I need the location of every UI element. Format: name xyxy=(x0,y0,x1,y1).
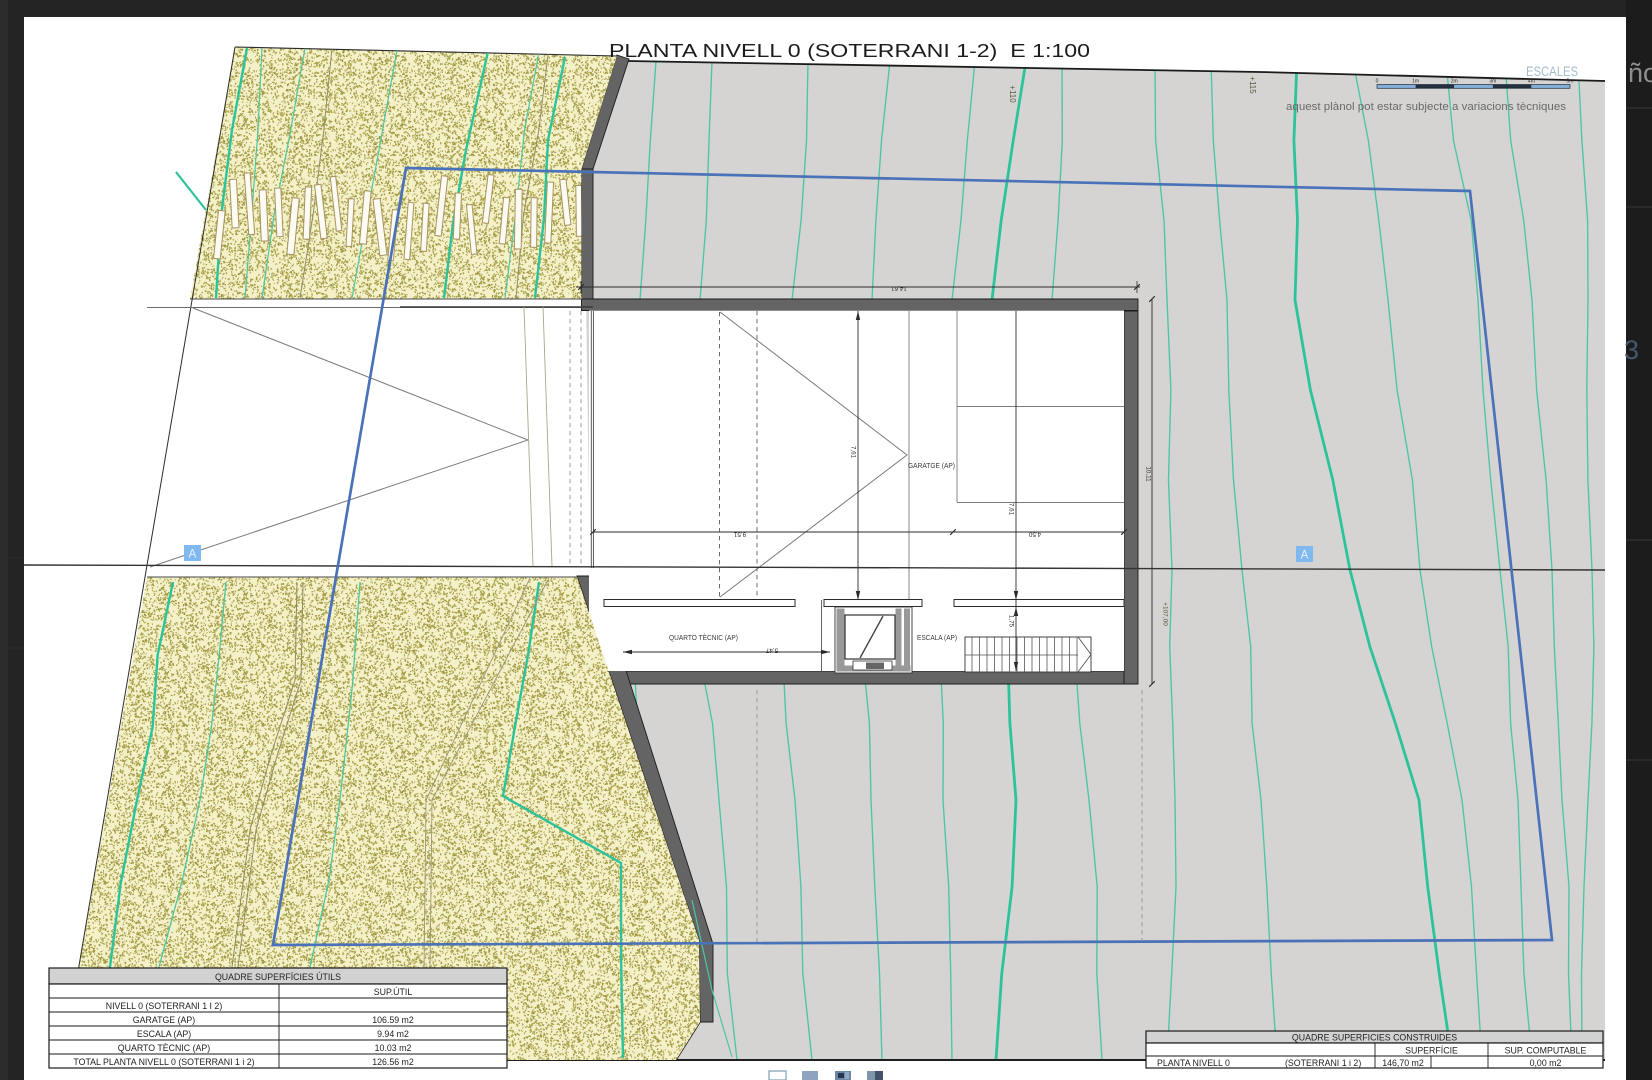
svg-text:+107,00: +107,00 xyxy=(1161,602,1168,626)
svg-text:9,51: 9,51 xyxy=(733,530,746,537)
svg-text:14,61: 14,61 xyxy=(891,284,907,291)
svg-text:7,61: 7,61 xyxy=(849,446,856,459)
svg-text:QUARTO TÈCNIC (AP): QUARTO TÈCNIC (AP) xyxy=(118,1043,210,1053)
svg-text:0: 0 xyxy=(1376,78,1379,84)
svg-text:4,50: 4,50 xyxy=(1028,530,1041,537)
svg-text:ESCALA (AP): ESCALA (AP) xyxy=(917,633,957,642)
svg-text:5,47: 5,47 xyxy=(765,646,778,653)
svg-text:NIVELL 0 (SOTERRANI 1 I 2): NIVELL 0 (SOTERRANI 1 I 2) xyxy=(106,1001,223,1011)
svg-text:A: A xyxy=(189,549,197,561)
svg-text:SUP.ÚTIL: SUP.ÚTIL xyxy=(374,987,413,997)
svg-text:SUPERFÍCIE: SUPERFÍCIE xyxy=(1405,1046,1458,1056)
svg-text:QUADRE SUPERFICIES CONSTRUIDES: QUADRE SUPERFICIES CONSTRUIDES xyxy=(1292,1033,1457,1043)
svg-text:126.56 m2: 126.56 m2 xyxy=(372,1057,414,1067)
svg-text:3: 3 xyxy=(1624,335,1639,365)
svg-text:TOTAL PLANTA NIVELL 0 (SOTERRA: TOTAL PLANTA NIVELL 0 (SOTERRANI 1 i 2) xyxy=(73,1057,254,1067)
svg-text:+110: +110 xyxy=(1008,85,1017,103)
svg-text:PLANTA NIVELL 0: PLANTA NIVELL 0 xyxy=(1157,1058,1230,1068)
svg-text:5m: 5m xyxy=(1567,78,1574,84)
svg-text:10.03 m2: 10.03 m2 xyxy=(375,1043,412,1053)
svg-text:0,00 m2: 0,00 m2 xyxy=(1530,1058,1562,1068)
svg-text:PLANTA NIVELL 0 (SOTERRANI 1-2: PLANTA NIVELL 0 (SOTERRANI 1-2) E 1:100 xyxy=(609,40,1090,61)
svg-text:GARATGE (AP): GARATGE (AP) xyxy=(133,1015,195,1025)
svg-text:ESCALA (AP): ESCALA (AP) xyxy=(137,1029,191,1039)
svg-text:A: A xyxy=(1301,550,1309,562)
svg-text:QUADRE SUPERFÍCIES ÚTILS: QUADRE SUPERFÍCIES ÚTILS xyxy=(215,972,341,982)
svg-text:2m: 2m xyxy=(1451,78,1458,84)
svg-text:3m: 3m xyxy=(1489,78,1496,84)
svg-text:ño: ño xyxy=(1628,58,1652,88)
svg-text:GARATGE (AP): GARATGE (AP) xyxy=(908,461,955,470)
svg-text:106.59 m2: 106.59 m2 xyxy=(372,1015,414,1025)
svg-text:1m: 1m xyxy=(1412,78,1419,84)
svg-text:aquest plànol pot estar subjec: aquest plànol pot estar subjecte a varia… xyxy=(1286,101,1567,113)
svg-text:146,70 m2: 146,70 m2 xyxy=(1382,1058,1424,1068)
svg-text:1,75: 1,75 xyxy=(1007,615,1014,628)
svg-text:9.94 m2: 9.94 m2 xyxy=(377,1029,409,1039)
svg-text:ESCALES: ESCALES xyxy=(1526,64,1578,79)
svg-text:4m: 4m xyxy=(1528,78,1535,84)
svg-text:7,61: 7,61 xyxy=(1007,503,1014,516)
svg-text:+115: +115 xyxy=(1248,76,1257,94)
svg-text:10,11: 10,11 xyxy=(1144,466,1151,482)
svg-text:SUP. COMPUTABLE: SUP. COMPUTABLE xyxy=(1505,1046,1587,1056)
svg-text:QUARTO TÈCNIC (AP): QUARTO TÈCNIC (AP) xyxy=(669,633,738,642)
svg-text:(SOTERRANI 1 i 2): (SOTERRANI 1 i 2) xyxy=(1285,1058,1361,1068)
